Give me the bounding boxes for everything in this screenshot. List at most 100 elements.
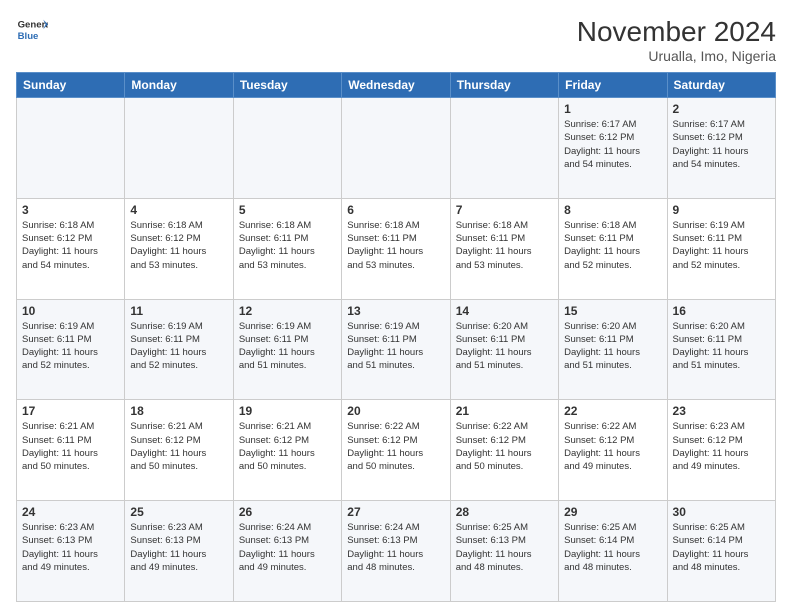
cell-info: Sunrise: 6:21 AM Sunset: 6:12 PM Dayligh… (239, 420, 336, 473)
subtitle: Urualla, Imo, Nigeria (577, 48, 776, 64)
day-number: 19 (239, 404, 336, 418)
calendar-cell: 15Sunrise: 6:20 AM Sunset: 6:11 PM Dayli… (559, 299, 667, 400)
day-number: 30 (673, 505, 770, 519)
logo: General Blue (16, 16, 48, 44)
cell-info: Sunrise: 6:25 AM Sunset: 6:14 PM Dayligh… (564, 521, 661, 574)
cell-info: Sunrise: 6:18 AM Sunset: 6:11 PM Dayligh… (564, 219, 661, 272)
calendar-cell: 30 Sunrise: 6:25 AM Sunset: 6:14 PM Dayli… (667, 501, 775, 602)
cell-info: Sunrise: 6:20 AM Sunset: 6:11 PM Dayligh… (456, 320, 553, 373)
calendar-cell: 16Sunrise: 6:20 AM Sunset: 6:11 PM Dayli… (667, 299, 775, 400)
cell-info: Sunrise: 6:18 AM Sunset: 6:12 PM Dayligh… (22, 219, 119, 272)
day-number: 26 (239, 505, 336, 519)
day-number: 10 (22, 304, 119, 318)
calendar-cell: 7 Sunrise: 6:18 AM Sunset: 6:11 PM Daylig… (450, 198, 558, 299)
logo-icon: General Blue (16, 16, 48, 44)
calendar-cell: 24 Sunrise: 6:23 AM Sunset: 6:13 PM Dayli… (17, 501, 125, 602)
calendar-cell: 26 Sunrise: 6:24 AM Sunset: 6:13 PM Dayli… (233, 501, 341, 602)
header-day: Saturday (667, 73, 775, 98)
header-day: Tuesday (233, 73, 341, 98)
day-number: 3 (22, 203, 119, 217)
calendar-row: 3 Sunrise: 6:18 AM Sunset: 6:12 PM Daylig… (17, 198, 776, 299)
calendar-cell: 14 Sunrise: 6:20 AM Sunset: 6:11 PM Dayli… (450, 299, 558, 400)
day-number: 13 (347, 304, 444, 318)
calendar-cell: 12 Sunrise: 6:19 AM Sunset: 6:11 PM Dayli… (233, 299, 341, 400)
header-day: Friday (559, 73, 667, 98)
header-day: Wednesday (342, 73, 450, 98)
cell-info: Sunrise: 6:24 AM Sunset: 6:13 PM Dayligh… (347, 521, 444, 574)
cell-info: Sunrise: 6:22 AM Sunset: 6:12 PM Dayligh… (347, 420, 444, 473)
calendar-cell: 4Sunrise: 6:18 AM Sunset: 6:12 PM Daylig… (125, 198, 233, 299)
day-number: 21 (456, 404, 553, 418)
day-number: 12 (239, 304, 336, 318)
cell-info: Sunrise: 6:22 AM Sunset: 6:12 PM Dayligh… (564, 420, 661, 473)
day-number: 23 (673, 404, 770, 418)
cell-info: Sunrise: 6:23 AM Sunset: 6:13 PM Dayligh… (130, 521, 227, 574)
calendar-cell: 29 Sunrise: 6:25 AM Sunset: 6:14 PM Dayli… (559, 501, 667, 602)
calendar-cell: 9Sunrise: 6:19 AM Sunset: 6:11 PM Daylig… (667, 198, 775, 299)
cell-info: Sunrise: 6:18 AM Sunset: 6:12 PM Dayligh… (130, 219, 227, 272)
cell-info: Sunrise: 6:18 AM Sunset: 6:11 PM Dayligh… (456, 219, 553, 272)
calendar-cell: 22 Sunrise: 6:22 AM Sunset: 6:12 PM Dayli… (559, 400, 667, 501)
cell-info: Sunrise: 6:21 AM Sunset: 6:11 PM Dayligh… (22, 420, 119, 473)
cell-info: Sunrise: 6:18 AM Sunset: 6:11 PM Dayligh… (347, 219, 444, 272)
calendar-cell (450, 98, 558, 199)
calendar-cell (233, 98, 341, 199)
cell-info: Sunrise: 6:22 AM Sunset: 6:12 PM Dayligh… (456, 420, 553, 473)
day-number: 8 (564, 203, 661, 217)
calendar-row: 24 Sunrise: 6:23 AM Sunset: 6:13 PM Dayli… (17, 501, 776, 602)
cell-info: Sunrise: 6:20 AM Sunset: 6:11 PM Dayligh… (564, 320, 661, 373)
title-block: November 2024 Urualla, Imo, Nigeria (577, 16, 776, 64)
day-number: 6 (347, 203, 444, 217)
day-number: 9 (673, 203, 770, 217)
cell-info: Sunrise: 6:23 AM Sunset: 6:13 PM Dayligh… (22, 521, 119, 574)
calendar-cell: 11 Sunrise: 6:19 AM Sunset: 6:11 PM Dayli… (125, 299, 233, 400)
page: General Blue November 2024 Urualla, Imo,… (0, 0, 792, 612)
cell-info: Sunrise: 6:24 AM Sunset: 6:13 PM Dayligh… (239, 521, 336, 574)
cell-info: Sunrise: 6:17 AM Sunset: 6:12 PM Dayligh… (564, 118, 661, 171)
calendar-cell: 17 Sunrise: 6:21 AM Sunset: 6:11 PM Dayli… (17, 400, 125, 501)
cell-info: Sunrise: 6:23 AM Sunset: 6:12 PM Dayligh… (673, 420, 770, 473)
svg-text:Blue: Blue (18, 31, 39, 42)
day-number: 17 (22, 404, 119, 418)
header-day: Sunday (17, 73, 125, 98)
day-number: 24 (22, 505, 119, 519)
day-number: 2 (673, 102, 770, 116)
day-number: 28 (456, 505, 553, 519)
header-row: SundayMondayTuesdayWednesdayThursdayFrid… (17, 73, 776, 98)
calendar-cell (17, 98, 125, 199)
day-number: 29 (564, 505, 661, 519)
day-number: 18 (130, 404, 227, 418)
cell-info: Sunrise: 6:17 AM Sunset: 6:12 PM Dayligh… (673, 118, 770, 171)
cell-info: Sunrise: 6:21 AM Sunset: 6:12 PM Dayligh… (130, 420, 227, 473)
calendar-cell: 13 Sunrise: 6:19 AM Sunset: 6:11 PM Dayli… (342, 299, 450, 400)
day-number: 25 (130, 505, 227, 519)
cell-info: Sunrise: 6:19 AM Sunset: 6:11 PM Dayligh… (130, 320, 227, 373)
calendar-cell: 19 Sunrise: 6:21 AM Sunset: 6:12 PM Dayli… (233, 400, 341, 501)
calendar-cell: 28 Sunrise: 6:25 AM Sunset: 6:13 PM Dayli… (450, 501, 558, 602)
cell-info: Sunrise: 6:19 AM Sunset: 6:11 PM Dayligh… (239, 320, 336, 373)
day-number: 7 (456, 203, 553, 217)
day-number: 14 (456, 304, 553, 318)
day-number: 5 (239, 203, 336, 217)
calendar-table: SundayMondayTuesdayWednesdayThursdayFrid… (16, 72, 776, 602)
day-number: 16 (673, 304, 770, 318)
cell-info: Sunrise: 6:25 AM Sunset: 6:13 PM Dayligh… (456, 521, 553, 574)
day-number: 22 (564, 404, 661, 418)
main-title: November 2024 (577, 16, 776, 48)
calendar-cell: 27 Sunrise: 6:24 AM Sunset: 6:13 PM Dayli… (342, 501, 450, 602)
cell-info: Sunrise: 6:19 AM Sunset: 6:11 PM Dayligh… (347, 320, 444, 373)
calendar-cell: 25 Sunrise: 6:23 AM Sunset: 6:13 PM Dayli… (125, 501, 233, 602)
calendar-cell: 6 Sunrise: 6:18 AM Sunset: 6:11 PM Daylig… (342, 198, 450, 299)
calendar-row: 17 Sunrise: 6:21 AM Sunset: 6:11 PM Dayli… (17, 400, 776, 501)
header-day: Monday (125, 73, 233, 98)
calendar-row: 10 Sunrise: 6:19 AM Sunset: 6:11 PM Dayli… (17, 299, 776, 400)
calendar-cell: 8 Sunrise: 6:18 AM Sunset: 6:11 PM Daylig… (559, 198, 667, 299)
day-number: 27 (347, 505, 444, 519)
cell-info: Sunrise: 6:19 AM Sunset: 6:11 PM Dayligh… (22, 320, 119, 373)
calendar-cell (342, 98, 450, 199)
header-day: Thursday (450, 73, 558, 98)
calendar-cell: 3 Sunrise: 6:18 AM Sunset: 6:12 PM Daylig… (17, 198, 125, 299)
calendar-cell: 18 Sunrise: 6:21 AM Sunset: 6:12 PM Dayli… (125, 400, 233, 501)
day-number: 11 (130, 304, 227, 318)
cell-info: Sunrise: 6:25 AM Sunset: 6:14 PM Dayligh… (673, 521, 770, 574)
